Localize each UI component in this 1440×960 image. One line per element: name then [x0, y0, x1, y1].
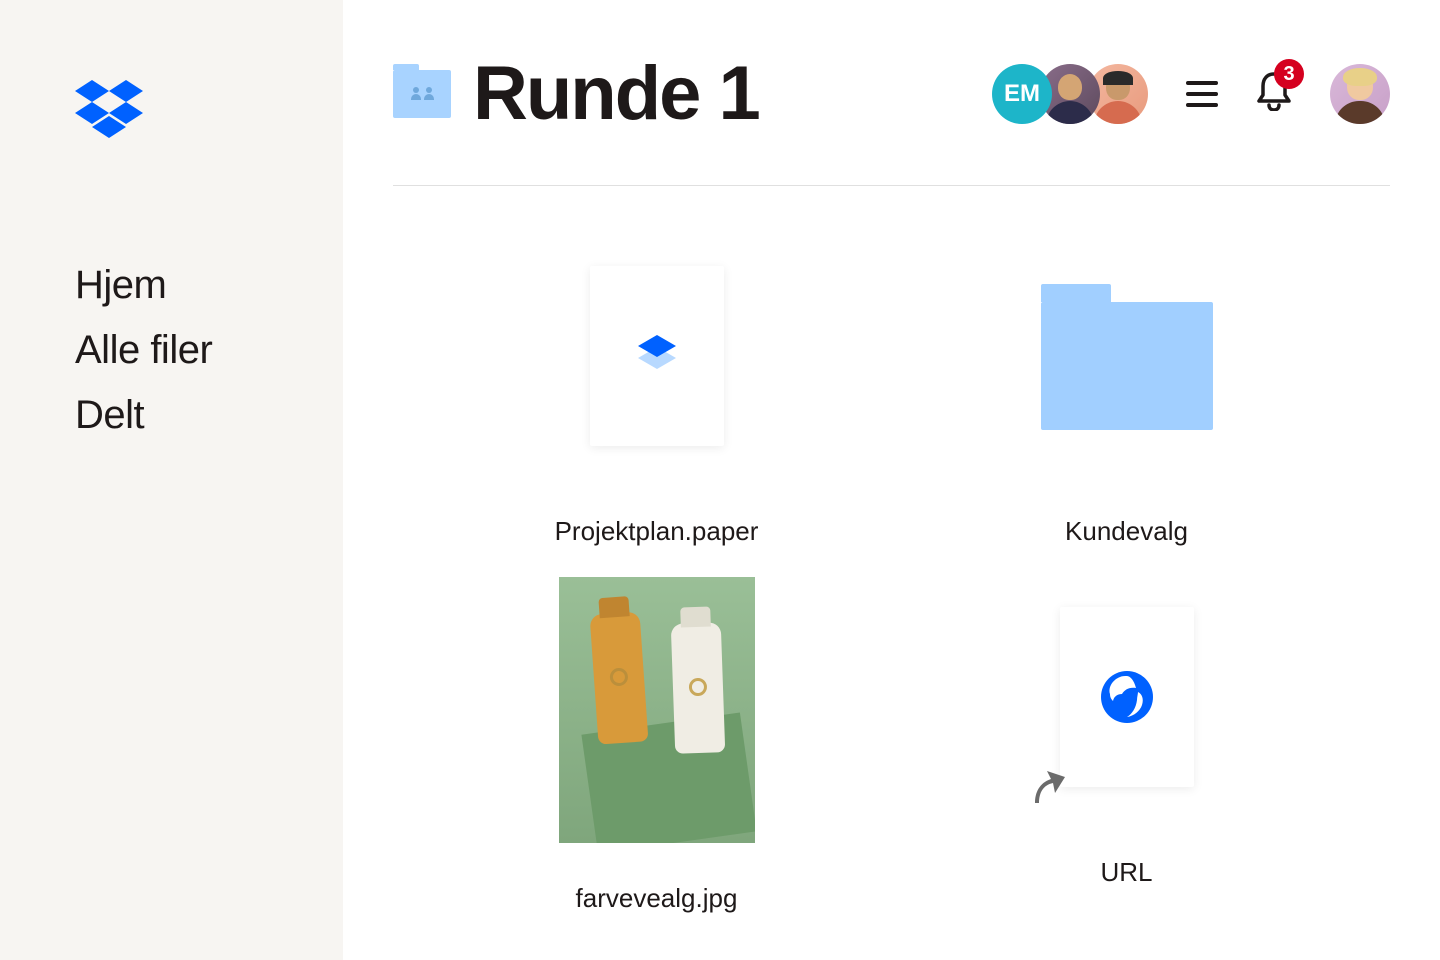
hamburger-line-icon: [1186, 103, 1218, 107]
notification-badge: 3: [1274, 59, 1304, 89]
nav-shared[interactable]: Delt: [75, 393, 343, 438]
file-name: farvevealg.jpg: [576, 883, 738, 914]
page-title: Runde 1: [473, 50, 759, 137]
avatar-em[interactable]: EM: [992, 64, 1052, 124]
file-thumbnail: [559, 236, 755, 476]
nav-home[interactable]: Hjem: [75, 263, 343, 308]
dropbox-logo-icon: [75, 80, 143, 138]
file-item-url[interactable]: URL: [902, 567, 1352, 924]
shared-folder-icon: [393, 70, 451, 118]
file-item-image[interactable]: farvevealg.jpg: [432, 567, 882, 924]
profile-avatar[interactable]: [1330, 64, 1390, 124]
collaborator-avatars[interactable]: EM: [992, 64, 1148, 124]
file-name: URL: [1100, 857, 1152, 888]
header-left: Runde 1: [393, 50, 759, 137]
file-grid: Projektplan.paper Kundevalg farvevealg.j…: [432, 226, 1352, 924]
notifications-button[interactable]: 3: [1256, 71, 1292, 116]
folder-icon: [1041, 302, 1213, 430]
dropbox-logo[interactable]: [75, 80, 343, 143]
image-thumbnail: [559, 577, 755, 843]
hamburger-line-icon: [1186, 92, 1218, 96]
file-item-paper[interactable]: Projektplan.paper: [432, 226, 882, 557]
globe-icon: [1100, 670, 1154, 724]
sidebar: Hjem Alle filer Delt: [0, 0, 343, 960]
hamburger-line-icon: [1186, 81, 1218, 85]
file-name: Projektplan.paper: [555, 516, 759, 547]
file-thumbnail: [1029, 577, 1225, 817]
nav-all-files[interactable]: Alle filer: [75, 328, 343, 373]
header-right: EM 3: [992, 64, 1390, 124]
file-item-folder[interactable]: Kundevalg: [902, 226, 1352, 557]
file-thumbnail: [1029, 236, 1225, 476]
main-content: Runde 1 EM 3: [343, 0, 1440, 960]
menu-button[interactable]: [1186, 81, 1218, 107]
file-name: Kundevalg: [1065, 516, 1188, 547]
url-doc-icon: [1060, 607, 1194, 787]
shortcut-arrow-icon: [1033, 769, 1065, 803]
page-header: Runde 1 EM 3: [393, 50, 1390, 186]
paper-doc-icon: [590, 266, 724, 446]
